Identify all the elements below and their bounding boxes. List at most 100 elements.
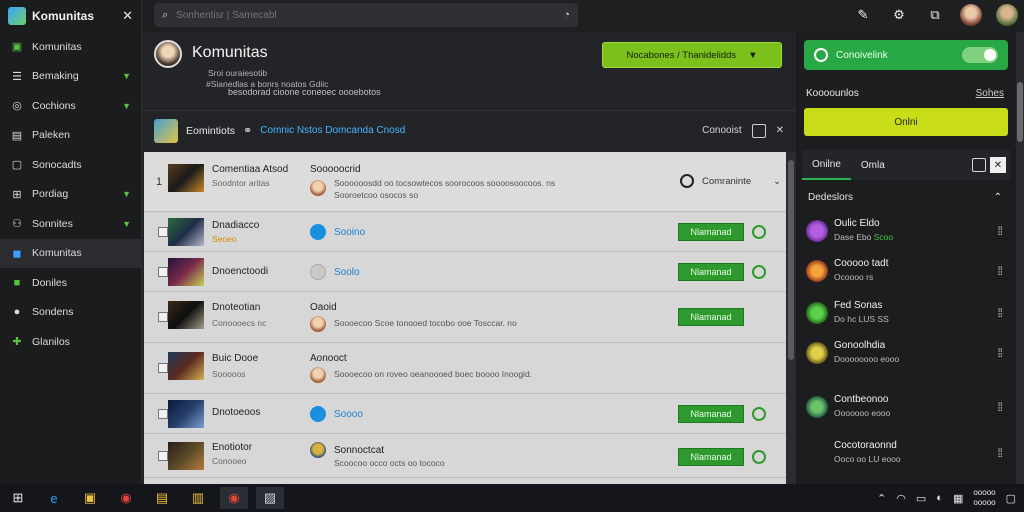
- panel-header-link[interactable]: Sohes: [976, 88, 1004, 99]
- row-subtitle: Conooeo: [212, 456, 247, 466]
- window-icon[interactable]: ⧉: [924, 7, 946, 23]
- avatar[interactable]: [960, 4, 982, 26]
- manage-button[interactable]: Nlamanad: [678, 405, 744, 423]
- volume-icon[interactable]: ◐: [936, 492, 943, 504]
- chevron-down-icon[interactable]: ▼: [122, 101, 131, 111]
- chat-icon[interactable]: ▢: [1006, 492, 1016, 505]
- row-checkbox[interactable]: [158, 226, 168, 237]
- chrome-icon[interactable]: ◉: [112, 487, 140, 509]
- sidebar-item-pordiag[interactable]: ⊞ Pordiag ▼: [0, 180, 141, 210]
- drag-handle-icon[interactable]: ⁞⁞: [997, 400, 1003, 414]
- main-scrollbar[interactable]: [786, 152, 796, 484]
- edit-icon[interactable]: ✎: [852, 7, 874, 23]
- friend-item[interactable]: Cooooo tadt Ocoooo rs ⁞⁞: [806, 256, 1003, 292]
- chat-icon: ▢: [11, 159, 23, 172]
- table-row[interactable]: Buic Dooe Sooooos Aonooct Soooecoo on ro…: [144, 343, 786, 394]
- app-taskbar-icon[interactable]: ▨: [256, 487, 284, 509]
- row-mid-title[interactable]: Sooino: [334, 227, 365, 238]
- files-icon[interactable]: ▥: [184, 487, 212, 509]
- row-mid-title[interactable]: Soooo: [334, 409, 363, 420]
- sidebar-item-sonnites[interactable]: ⚇ Sonnites ▼: [0, 209, 141, 239]
- table-row[interactable]: Dnoenctoodi Soolo Nlamanad: [144, 252, 786, 292]
- folder-icon[interactable]: ▣: [76, 487, 104, 509]
- chevron-up-icon[interactable]: ⌃: [877, 492, 886, 505]
- sidebar-item-sondens[interactable]: ● Sondens: [0, 298, 141, 328]
- window-icon[interactable]: [972, 158, 986, 172]
- connection-toggle[interactable]: Conoivelink: [804, 40, 1008, 70]
- main-content: Komunitas Sroi ouraiesotib #Sianedlas a …: [142, 32, 796, 484]
- sidebar-item-paleken[interactable]: ▤ Paleken: [0, 121, 141, 151]
- expand-icon[interactable]: [751, 123, 766, 138]
- sidebar-item-sonocadts[interactable]: ▢ Sonocadts: [0, 150, 141, 180]
- chevron-down-icon[interactable]: ▼: [122, 219, 131, 229]
- table-row[interactable]: Dnotoeoos Soooo Nlamanad: [144, 394, 786, 434]
- drag-handle-icon[interactable]: ⁞⁞: [997, 306, 1003, 320]
- profile-avatar[interactable]: [154, 40, 182, 68]
- gear-icon[interactable]: ⚙: [888, 7, 910, 23]
- notification-icon[interactable]: ▦: [953, 492, 963, 505]
- friend-item[interactable]: Oulic Eldo Dase Ebo Scoo ⁞⁞: [806, 216, 1003, 252]
- check-circle-icon[interactable]: [752, 450, 766, 464]
- sidebar-item-komunitas-active[interactable]: ◼ Komunitas: [0, 238, 141, 268]
- close-icon[interactable]: ✕: [990, 157, 1006, 173]
- table-row[interactable]: Dnadiacco Seoeo Sooino Nlamanad: [144, 212, 786, 252]
- check-circle-icon[interactable]: [752, 407, 766, 421]
- friend-item[interactable]: Gonoolhdia Doooooooo eooo ⁞⁞: [806, 338, 1003, 374]
- drag-handle-icon[interactable]: ⁞⁞: [997, 346, 1003, 360]
- online-button[interactable]: Onlni: [804, 108, 1008, 136]
- toggle-switch[interactable]: [962, 47, 998, 63]
- manage-button[interactable]: Nlamanad: [678, 448, 744, 466]
- table-row[interactable]: Dnoteotian Conoooecs nc Oaoid Soooecoo S…: [144, 292, 786, 343]
- close-icon[interactable]: ✕: [776, 125, 784, 136]
- row-mid-title[interactable]: Soolo: [334, 267, 360, 278]
- tab-omla[interactable]: Omla: [851, 150, 895, 180]
- chrome-active-icon[interactable]: ◉: [220, 487, 248, 509]
- display-icon[interactable]: ▭: [916, 492, 926, 505]
- sidebar-item-glanilos[interactable]: ✚ Glanilos: [0, 327, 141, 357]
- manage-button[interactable]: Nlamanad: [678, 223, 744, 241]
- manage-button[interactable]: Nlamanad: [678, 308, 744, 326]
- avatar-secondary[interactable]: [996, 4, 1018, 26]
- row-checkbox[interactable]: [158, 266, 168, 277]
- right-scrollbar[interactable]: [1016, 32, 1024, 484]
- chevron-down-icon[interactable]: ▼: [122, 71, 131, 81]
- row-checkbox[interactable]: [158, 312, 168, 322]
- friend-item[interactable]: Fed Sonas Do hc LUS SS ⁞⁞: [806, 298, 1003, 334]
- tab-online[interactable]: Onilne: [802, 150, 851, 180]
- drag-handle-icon[interactable]: ⁞⁞: [997, 264, 1003, 278]
- search-bar[interactable]: ⌕ ◔: [154, 3, 578, 27]
- check-circle-icon[interactable]: [752, 225, 766, 239]
- sidebar-item-bemaking[interactable]: ☰ Bemaking ▼: [0, 62, 141, 92]
- edge-icon[interactable]: e: [40, 487, 68, 509]
- close-icon[interactable]: ✕: [122, 8, 133, 24]
- mic-icon[interactable]: ◔: [563, 9, 570, 21]
- table-row[interactable]: 1 Comentiaa Atsod Soodntor aritas Sooooo…: [144, 152, 786, 212]
- manage-button[interactable]: Nlamanad: [678, 263, 744, 281]
- sidebar-item-doniles[interactable]: ■ Doniles: [0, 268, 141, 298]
- row-action-label[interactable]: Comraninte: [702, 176, 751, 187]
- drag-handle-icon[interactable]: ⁞⁞: [997, 446, 1003, 460]
- chevron-up-icon[interactable]: ⌃: [994, 192, 1002, 203]
- category-select[interactable]: Nocabones / Thanidelidds ▼: [602, 42, 782, 68]
- row-checkbox[interactable]: [158, 450, 168, 461]
- row-checkbox[interactable]: [158, 408, 168, 419]
- network-icon[interactable]: ◠: [896, 492, 906, 505]
- friend-status: Ooooooo eooo: [834, 408, 891, 418]
- section-link[interactable]: Comnic Nstos Domcanda Cnosd: [260, 125, 405, 136]
- row-checkbox[interactable]: [158, 363, 168, 373]
- friend-item[interactable]: Contbeonoo Ooooooo eooo ⁞⁞: [806, 392, 1003, 428]
- app-name: Komunitas: [32, 9, 95, 23]
- friend-item[interactable]: Cocotoraonnd Ooco oo LU eooo ⁞⁞: [806, 438, 1003, 474]
- windows-start-icon[interactable]: ⊞: [4, 487, 32, 509]
- chevron-down-icon[interactable]: ⌄: [773, 176, 781, 187]
- drag-handle-icon[interactable]: ⁞⁞: [997, 224, 1003, 238]
- friends-section-header: Dedeslors ⌃: [808, 192, 1002, 203]
- sidebar-item-cochions[interactable]: ◎ Cochions ▼: [0, 91, 141, 121]
- file-explorer-icon[interactable]: ▤: [148, 487, 176, 509]
- clock[interactable]: ooooo ooooo: [973, 488, 995, 508]
- search-input[interactable]: [176, 9, 556, 21]
- check-circle-icon[interactable]: [752, 265, 766, 279]
- table-row[interactable]: Enotiotor Conooeo Sonnoctcat Scoocoo occ…: [144, 434, 786, 478]
- sidebar-item-komunitas[interactable]: ▣ Komunitas: [0, 32, 141, 62]
- chevron-down-icon[interactable]: ▼: [122, 189, 131, 199]
